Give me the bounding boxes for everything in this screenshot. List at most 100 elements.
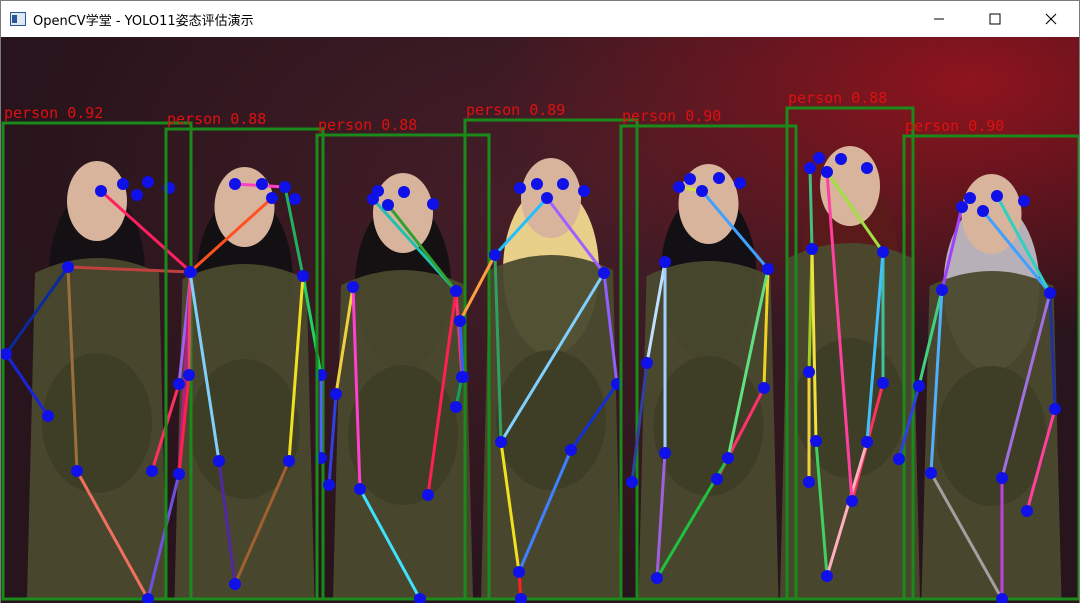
- minimize-icon: [934, 18, 944, 20]
- app-window: OpenCV学堂 - YOLO11姿态评估演示 person 0.92 perso…: [0, 0, 1080, 603]
- keypoint: [457, 371, 469, 383]
- title-bar[interactable]: OpenCV学堂 - YOLO11姿态评估演示: [1, 1, 1079, 37]
- keypoint: [734, 177, 746, 189]
- keypoint: [450, 401, 462, 413]
- keypoint: [95, 185, 107, 197]
- person-silhouette: [27, 161, 167, 599]
- skeleton-bone: [808, 166, 814, 251]
- window-controls: [911, 1, 1079, 37]
- keypoint: [711, 473, 723, 485]
- keypoint: [513, 566, 525, 578]
- keypoint: [659, 447, 671, 459]
- window-title: OpenCV学堂 - YOLO11姿态评估演示: [33, 13, 254, 29]
- keypoint: [565, 444, 577, 456]
- keypoint: [673, 181, 685, 193]
- keypoint: [450, 285, 462, 297]
- keypoint: [42, 410, 54, 422]
- maximize-button[interactable]: [967, 1, 1023, 37]
- keypoint: [804, 162, 816, 174]
- keypoint: [71, 465, 83, 477]
- face-shape: [961, 174, 1022, 254]
- keypoint: [996, 472, 1008, 484]
- maximize-icon: [989, 13, 1001, 25]
- detection-label: person 0.88: [318, 116, 417, 134]
- keypoint: [427, 198, 439, 210]
- keypoint: [297, 270, 309, 282]
- keypoint: [722, 452, 734, 464]
- detection-label: person 0.89: [466, 101, 565, 119]
- keypoint: [347, 281, 359, 293]
- keypoint: [762, 263, 774, 275]
- keypoint: [557, 178, 569, 190]
- keypoint: [283, 455, 295, 467]
- keypoint: [758, 382, 770, 394]
- keypoint: [821, 166, 833, 178]
- keypoint: [641, 357, 653, 369]
- keypoint: [146, 465, 158, 477]
- image-viewport: person 0.92 person 0.88 person 0.88 person …: [1, 37, 1079, 603]
- skirt-shape: [936, 366, 1047, 506]
- keypoint: [861, 436, 873, 448]
- keypoint: [991, 190, 1003, 202]
- keypoint: [183, 369, 195, 381]
- keypoint: [382, 199, 394, 211]
- keypoint: [1018, 195, 1030, 207]
- keypoint: [354, 483, 366, 495]
- keypoint: [893, 453, 905, 465]
- keypoint: [977, 205, 989, 217]
- keypoint: [173, 378, 185, 390]
- keypoint: [489, 249, 501, 261]
- keypoint: [323, 479, 335, 491]
- keypoint: [289, 193, 301, 205]
- keypoint: [813, 152, 825, 164]
- keypoint: [806, 243, 818, 255]
- keypoint: [330, 388, 342, 400]
- person-silhouette: [481, 158, 621, 599]
- skirt-shape: [653, 356, 764, 496]
- keypoint: [422, 489, 434, 501]
- minimize-button[interactable]: [911, 1, 967, 37]
- window-icon: [10, 11, 26, 27]
- keypoint: [131, 189, 143, 201]
- keypoint: [659, 256, 671, 268]
- keypoint: [372, 185, 384, 197]
- face-shape: [373, 173, 433, 253]
- keypoint: [398, 186, 410, 198]
- keypoint: [531, 178, 543, 190]
- keypoint: [684, 173, 696, 185]
- keypoint: [626, 476, 638, 488]
- keypoint: [925, 467, 937, 479]
- keypoint: [1021, 505, 1033, 517]
- detection-label: person 0.92: [4, 104, 103, 122]
- keypoint: [578, 185, 590, 197]
- person-silhouette: [780, 146, 920, 599]
- detection-label: person 0.90: [622, 107, 721, 125]
- skirt-shape: [42, 353, 152, 493]
- skirt-shape: [496, 350, 606, 490]
- keypoint: [229, 178, 241, 190]
- keypoint: [1049, 403, 1061, 415]
- keypoint: [117, 178, 129, 190]
- keypoint: [846, 495, 858, 507]
- keypoint: [835, 153, 847, 165]
- keypoint: [713, 172, 725, 184]
- pose-overlay: person 0.92 person 0.88 person 0.88 person …: [1, 89, 1079, 603]
- face-shape: [214, 167, 275, 247]
- detection-label: person 0.88: [788, 89, 887, 107]
- keypoint: [495, 436, 507, 448]
- keypoint: [173, 468, 185, 480]
- keypoint: [62, 261, 74, 273]
- close-icon: [1045, 13, 1057, 25]
- keypoint: [514, 182, 526, 194]
- keypoint: [803, 366, 815, 378]
- keypoint: [229, 578, 241, 590]
- keypoint: [913, 380, 925, 392]
- face-shape: [67, 161, 127, 241]
- person-silhouette: [921, 174, 1062, 599]
- keypoint: [964, 192, 976, 204]
- keypoint: [821, 570, 833, 582]
- keypoint: [454, 315, 466, 327]
- close-button[interactable]: [1023, 1, 1079, 37]
- keypoint: [877, 246, 889, 258]
- keypoint: [142, 176, 154, 188]
